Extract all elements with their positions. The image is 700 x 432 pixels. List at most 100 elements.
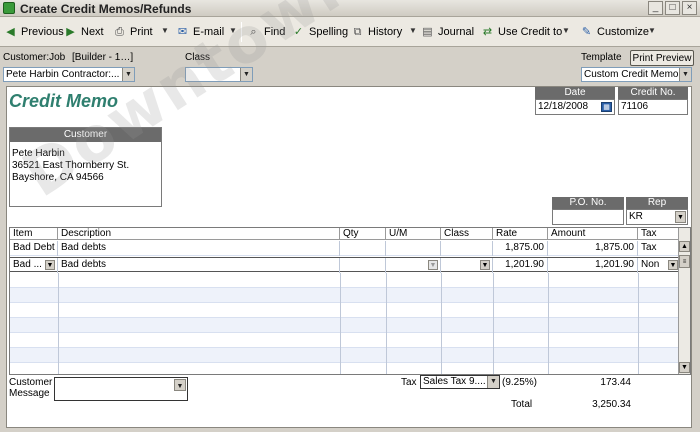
customer-header: Customer <box>10 128 161 142</box>
cell-amount[interactable]: 1,201.90 <box>548 258 638 273</box>
customer-address-box[interactable]: Customer Pete Harbin 36521 East Thornber… <box>9 127 162 207</box>
chevron-down-icon[interactable]: ▼ <box>174 379 186 391</box>
chevron-down-icon[interactable]: ▼ <box>122 68 134 81</box>
cell-tax[interactable]: Non ▼ <box>638 258 680 273</box>
cell-amount[interactable]: 1,875.00 <box>548 241 638 256</box>
calendar-icon[interactable]: ▦ <box>601 102 612 112</box>
email-dropdown-arrow[interactable]: ▼ <box>229 26 237 35</box>
chevron-down-icon[interactable]: ▼ <box>487 376 499 388</box>
template-select[interactable]: Custom Credit Memo ▼ <box>581 67 692 82</box>
next-button[interactable]: ▶ Next <box>64 24 103 40</box>
cell-qty[interactable] <box>340 258 386 273</box>
grid-header: Item Description Qty U/M Class Rate Amou… <box>10 228 680 240</box>
find-label: Find <box>264 26 286 38</box>
date-field[interactable]: 12/18/2008 ▦ <box>535 99 615 115</box>
column-divider <box>340 273 341 374</box>
scroll-thumb[interactable]: ≡ <box>679 255 690 268</box>
credit-no-field[interactable]: 71106 <box>618 99 688 115</box>
rep-header: Rep <box>626 197 688 209</box>
envelope-icon: ✉ <box>177 25 188 38</box>
email-button[interactable]: ✉ E-mail <box>176 24 224 40</box>
chevron-down-icon[interactable]: ▼ <box>45 260 55 270</box>
spelling-icon: ✓ <box>293 25 304 38</box>
cell-class[interactable] <box>441 241 493 256</box>
scroll-down-icon[interactable]: ▼ <box>679 362 690 373</box>
table-row[interactable]: Bad Debt Bad debts 1,875.00 1,875.00 Tax <box>10 241 680 256</box>
date-value: 12/18/2008 <box>538 101 589 112</box>
empty-row[interactable] <box>10 288 680 303</box>
column-header-item[interactable]: Item <box>10 228 58 240</box>
find-icon: ⌕ <box>250 25 257 38</box>
tax-item-value: Sales Tax 9.... <box>423 376 486 387</box>
cell-qty[interactable] <box>340 241 386 256</box>
print-preview-button[interactable]: Print Preview <box>630 50 694 66</box>
spelling-button[interactable]: ✓ Spelling <box>292 24 348 40</box>
empty-row[interactable] <box>10 303 680 318</box>
chevron-down-icon[interactable]: ▼ <box>428 260 438 270</box>
chevron-down-icon[interactable]: ▼ <box>240 68 252 81</box>
column-divider <box>638 273 639 374</box>
maximize-button[interactable]: □ <box>665 1 680 15</box>
po-field[interactable] <box>552 209 624 225</box>
rep-value: KR <box>629 211 643 222</box>
cell-item[interactable]: Bad Debt <box>10 241 58 256</box>
column-header-class[interactable]: Class <box>441 228 493 240</box>
scroll-up-icon[interactable]: ▲ <box>679 241 690 252</box>
cell-description[interactable]: Bad debts <box>58 241 340 256</box>
close-button[interactable]: × <box>682 1 697 15</box>
journal-button[interactable]: ▤ Journal <box>421 24 474 40</box>
form-title: Credit Memo <box>9 91 119 111</box>
customer-job-value: Pete Harbin Contractor:... <box>6 69 120 80</box>
column-header-um[interactable]: U/M <box>386 228 441 240</box>
customer-job-select[interactable]: Pete Harbin Contractor:... ▼ <box>3 67 135 82</box>
print-dropdown-arrow[interactable]: ▼ <box>161 26 169 35</box>
customize-button[interactable]: ✎ Customize <box>580 24 649 40</box>
empty-row[interactable] <box>10 333 680 348</box>
column-header-tax[interactable]: Tax <box>638 228 680 240</box>
customer-message-select[interactable]: ▼ <box>54 377 188 401</box>
empty-row[interactable] <box>10 318 680 333</box>
use-credit-dropdown-arrow[interactable]: ▼ <box>562 26 570 35</box>
cell-item-value: Bad ... <box>13 259 42 270</box>
credit-memo-form: Credit Memo Date 12/18/2008 ▦ Credit No.… <box>6 86 692 428</box>
customize-dropdown-arrow[interactable]: ▼ <box>648 26 656 35</box>
empty-row[interactable] <box>10 348 680 363</box>
tax-item-select[interactable]: Sales Tax 9.... ▼ <box>420 375 500 389</box>
template-label: Template <box>581 52 622 63</box>
cell-item[interactable]: Bad ... ▼ <box>10 258 58 273</box>
empty-row[interactable] <box>10 273 680 288</box>
grid-scrollbar[interactable]: ▲ ≡ ▼ <box>678 228 690 374</box>
cell-rate[interactable]: 1,875.00 <box>493 241 548 256</box>
print-button[interactable]: ⎙ Print <box>113 24 153 40</box>
cell-um[interactable] <box>386 241 441 256</box>
previous-button[interactable]: ◀ Previous <box>4 24 64 40</box>
cell-class[interactable]: ▼ <box>441 258 493 273</box>
cell-description[interactable]: Bad debts <box>58 258 340 273</box>
chevron-down-icon[interactable]: ▼ <box>668 260 678 270</box>
minimize-button[interactable]: _ <box>648 1 663 15</box>
chevron-down-icon[interactable]: ▼ <box>679 68 691 81</box>
use-credit-to-button[interactable]: ⇄ Use Credit to <box>481 24 562 40</box>
column-header-amount[interactable]: Amount <box>548 228 638 240</box>
cell-rate[interactable]: 1,201.90 <box>493 258 548 273</box>
chevron-down-icon[interactable]: ▼ <box>480 260 490 270</box>
column-divider <box>441 273 442 374</box>
rep-select[interactable]: KR ▼ <box>626 209 688 225</box>
chevron-down-icon[interactable]: ▼ <box>675 211 686 223</box>
column-header-rate[interactable]: Rate <box>493 228 548 240</box>
tax-rate: (9.25%) <box>502 377 538 388</box>
history-button[interactable]: ⧉ History <box>351 24 403 40</box>
total-amount: 3,250.34 <box>592 399 631 410</box>
toolbar: ◀ Previous ▶ Next ⎙ Print ▼ ✉ E-mail ▼ ⌕… <box>0 17 700 47</box>
customer-message-label-2: Message <box>9 388 50 399</box>
history-dropdown-arrow[interactable]: ▼ <box>409 26 417 35</box>
find-button[interactable]: ⌕ Find <box>247 24 285 40</box>
cell-um[interactable]: ▼ <box>386 258 441 273</box>
cell-tax[interactable]: Tax <box>638 241 680 256</box>
class-select[interactable]: ▼ <box>185 67 253 82</box>
column-header-qty[interactable]: Qty <box>340 228 386 240</box>
previous-label: Previous <box>21 26 64 38</box>
journal-label: Journal <box>438 26 475 38</box>
column-header-description[interactable]: Description <box>58 228 340 240</box>
table-row-active[interactable]: Bad ... ▼ Bad debts ▼ ▼ 1,201.90 1,201.9… <box>10 257 680 273</box>
